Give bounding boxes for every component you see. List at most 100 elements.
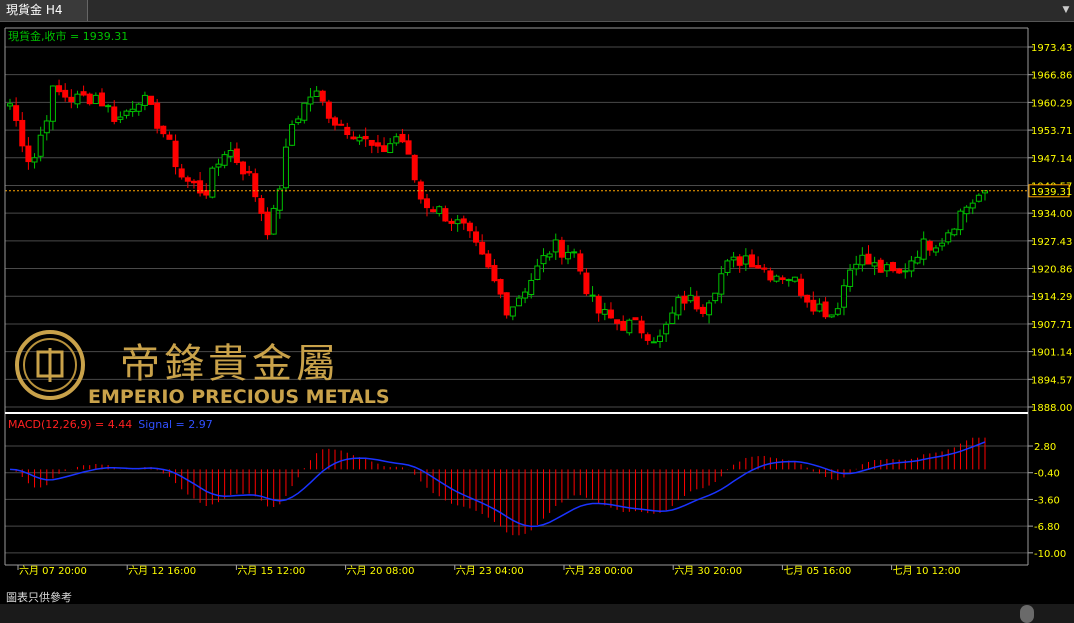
candle-body	[577, 253, 584, 272]
candle-body	[767, 270, 774, 281]
candle-body	[423, 198, 430, 209]
time-axis: 六月 07 20:00 六月 12 16:00 六月 15 12:00 六月 20 0…	[17, 565, 961, 577]
macd-tick-label: 2.80	[1034, 442, 1056, 453]
candle-body	[552, 239, 559, 253]
candle-body	[663, 323, 670, 335]
candle-body	[105, 105, 112, 108]
candle-body	[289, 124, 296, 146]
candle-body	[160, 125, 167, 135]
candle-body	[74, 93, 81, 105]
candle-body	[442, 208, 449, 222]
macd-tick-label: -10.00	[1034, 549, 1066, 560]
macd-tick-label: -0.40	[1034, 469, 1060, 480]
candle-body	[307, 96, 314, 105]
price-tick-label: 1947.14	[1031, 154, 1072, 165]
candle-body	[282, 146, 289, 189]
candle-body	[172, 140, 179, 168]
candle-body	[503, 292, 510, 316]
tab-menu-icon[interactable]: ▼	[1060, 4, 1072, 16]
candle-body	[687, 294, 694, 302]
candle-body	[834, 308, 841, 315]
tab-bar: 現貨金 H4 ▼	[0, 0, 1074, 22]
candle-body	[540, 255, 547, 265]
candle-body	[325, 101, 332, 119]
candle-body	[840, 285, 847, 308]
candle-body	[932, 247, 939, 253]
chart: 1973.431966.861960.291953.711947.141940.…	[0, 22, 1074, 588]
candle-body	[896, 268, 903, 274]
candle-body	[926, 241, 933, 251]
price-legend: 現貨金,收市 = 1939.31	[8, 29, 128, 43]
candle-body	[350, 136, 357, 140]
candle-body	[736, 256, 743, 266]
candle-body	[43, 120, 50, 134]
candle-body	[497, 279, 504, 295]
candle-body	[877, 259, 884, 273]
candle-body	[135, 103, 142, 112]
candle-body	[761, 267, 768, 270]
candle-body	[957, 210, 964, 231]
candle-body	[742, 255, 749, 265]
macd-tick-label: -6.80	[1034, 522, 1060, 533]
candle-body	[240, 161, 247, 175]
scrollbar-thumb[interactable]	[1020, 605, 1034, 623]
candle-body	[62, 89, 69, 98]
candle-body	[810, 299, 817, 312]
candle-body	[871, 262, 878, 267]
candle-body	[56, 85, 63, 93]
candle-body	[221, 154, 228, 166]
candle-body	[203, 190, 210, 196]
candle-body	[509, 306, 516, 317]
candle-body	[141, 94, 148, 106]
candle-body	[853, 263, 860, 270]
candle-body	[546, 253, 553, 258]
candle-body	[773, 275, 780, 282]
candle-body	[583, 272, 590, 295]
candle-body	[68, 96, 75, 103]
candle-body	[479, 241, 486, 255]
candle-body	[589, 294, 596, 297]
candle-body	[638, 320, 645, 334]
candle-body	[411, 154, 418, 181]
candle-body	[313, 90, 320, 97]
candle-body	[332, 117, 338, 126]
candle-body	[534, 265, 541, 280]
candle-body	[252, 173, 259, 198]
candle-body	[644, 334, 651, 341]
macd-tick-label: -3.60	[1034, 495, 1060, 506]
candle-body	[166, 134, 173, 140]
candle-body	[804, 294, 811, 303]
macd-legend-signal: Signal = 2.97	[138, 418, 213, 431]
candle-body	[718, 273, 725, 295]
chart-tab[interactable]: 現貨金 H4	[0, 0, 88, 21]
candle-body	[491, 265, 498, 282]
price-tick-label: 1927.43	[1031, 237, 1072, 248]
candle-body	[466, 222, 473, 232]
candle-body	[865, 253, 872, 265]
candle-body	[270, 207, 277, 235]
candle-body	[148, 95, 155, 105]
candle-body	[80, 91, 87, 96]
candle-body	[25, 145, 32, 163]
chart-scrollbar[interactable]	[0, 604, 1074, 623]
candle-body	[528, 279, 535, 296]
candle-body	[319, 90, 326, 102]
brand-english: EMPERIO PRECIOUS METALS	[88, 386, 390, 408]
candle-body	[902, 270, 909, 273]
candle-body	[951, 228, 958, 236]
candle-body	[614, 319, 621, 324]
candle-body	[798, 278, 805, 296]
candle-body	[755, 265, 762, 269]
price-tick-label: 1914.29	[1031, 292, 1072, 303]
candle-body	[344, 126, 351, 136]
candle-body	[890, 262, 897, 272]
candle-body	[565, 251, 572, 260]
price-tick-label: 1901.14	[1031, 348, 1072, 359]
candle-body	[154, 102, 161, 129]
candle-body	[675, 297, 682, 316]
candle-body	[650, 341, 657, 344]
price-tick-label: 1894.57	[1031, 375, 1072, 386]
price-tick-label: 1907.71	[1031, 320, 1072, 331]
candle-body	[791, 276, 798, 282]
candle-body	[368, 139, 375, 146]
